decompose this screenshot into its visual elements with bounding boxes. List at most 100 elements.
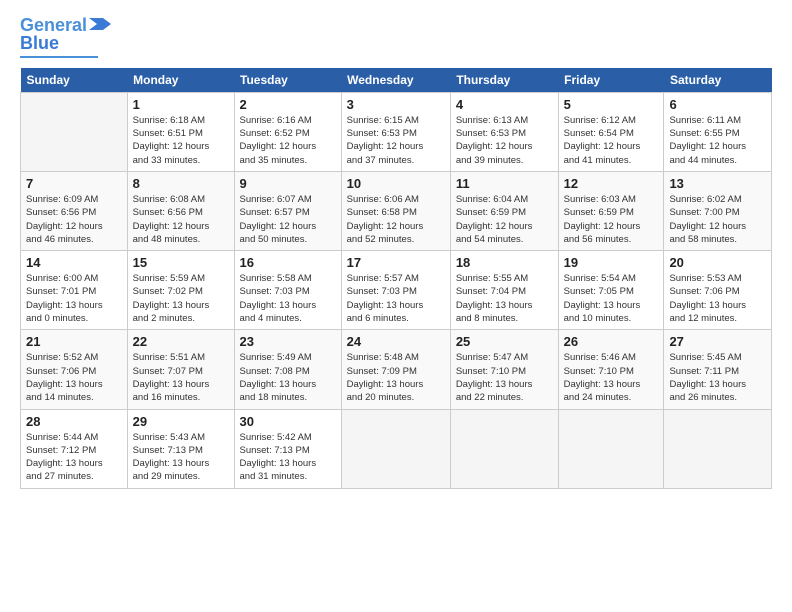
day-number: 6 xyxy=(669,97,766,112)
day-number: 26 xyxy=(564,334,659,349)
day-detail: Sunrise: 6:18 AM Sunset: 6:51 PM Dayligh… xyxy=(133,114,229,167)
day-detail: Sunrise: 5:44 AM Sunset: 7:12 PM Dayligh… xyxy=(26,431,122,484)
day-number: 20 xyxy=(669,255,766,270)
day-number: 30 xyxy=(240,414,336,429)
calendar-cell: 17Sunrise: 5:57 AM Sunset: 7:03 PM Dayli… xyxy=(341,251,450,330)
day-number: 27 xyxy=(669,334,766,349)
day-detail: Sunrise: 5:54 AM Sunset: 7:05 PM Dayligh… xyxy=(564,272,659,325)
weekday-header: Thursday xyxy=(450,68,558,93)
day-number: 15 xyxy=(133,255,229,270)
day-number: 14 xyxy=(26,255,122,270)
calendar-cell: 18Sunrise: 5:55 AM Sunset: 7:04 PM Dayli… xyxy=(450,251,558,330)
day-number: 3 xyxy=(347,97,445,112)
day-number: 4 xyxy=(456,97,553,112)
calendar-table: SundayMondayTuesdayWednesdayThursdayFrid… xyxy=(20,68,772,489)
day-number: 8 xyxy=(133,176,229,191)
day-detail: Sunrise: 5:58 AM Sunset: 7:03 PM Dayligh… xyxy=(240,272,336,325)
day-detail: Sunrise: 5:53 AM Sunset: 7:06 PM Dayligh… xyxy=(669,272,766,325)
day-detail: Sunrise: 6:13 AM Sunset: 6:53 PM Dayligh… xyxy=(456,114,553,167)
calendar-cell: 8Sunrise: 6:08 AM Sunset: 6:56 PM Daylig… xyxy=(127,171,234,250)
calendar-cell: 28 Sunrise: 5:44 AM Sunset: 7:12 PM Dayli… xyxy=(21,409,128,488)
calendar-cell: 10 Sunrise: 6:06 AM Sunset: 6:58 PM Dayli… xyxy=(341,171,450,250)
day-detail: Sunrise: 6:15 AM Sunset: 6:53 PM Dayligh… xyxy=(347,114,445,167)
calendar-cell: 7 Sunrise: 6:09 AM Sunset: 6:56 PM Daylig… xyxy=(21,171,128,250)
day-detail: Sunrise: 6:04 AM Sunset: 6:59 PM Dayligh… xyxy=(456,193,553,246)
calendar-cell xyxy=(450,409,558,488)
calendar-cell: 26 Sunrise: 5:46 AM Sunset: 7:10 PM Dayli… xyxy=(558,330,664,409)
logo: General Blue xyxy=(20,16,111,58)
day-detail: Sunrise: 6:06 AM Sunset: 6:58 PM Dayligh… xyxy=(347,193,445,246)
calendar-cell: 13 Sunrise: 6:02 AM Sunset: 7:00 PM Dayli… xyxy=(664,171,772,250)
day-detail: Sunrise: 6:09 AM Sunset: 6:56 PM Dayligh… xyxy=(26,193,122,246)
day-number: 13 xyxy=(669,176,766,191)
weekday-header: Wednesday xyxy=(341,68,450,93)
day-detail: Sunrise: 5:51 AM Sunset: 7:07 PM Dayligh… xyxy=(133,351,229,404)
weekday-header: Sunday xyxy=(21,68,128,93)
day-number: 7 xyxy=(26,176,122,191)
calendar-cell: 29 Sunrise: 5:43 AM Sunset: 7:13 PM Dayli… xyxy=(127,409,234,488)
calendar-cell: 12 Sunrise: 6:03 AM Sunset: 6:59 PM Dayli… xyxy=(558,171,664,250)
calendar-cell: 15 Sunrise: 5:59 AM Sunset: 7:02 PM Dayli… xyxy=(127,251,234,330)
calendar-week-row: 1 Sunrise: 6:18 AM Sunset: 6:51 PM Daylig… xyxy=(21,92,772,171)
calendar-cell: 24 Sunrise: 5:48 AM Sunset: 7:09 PM Dayli… xyxy=(341,330,450,409)
calendar-week-row: 14 Sunrise: 6:00 AM Sunset: 7:01 PM Dayli… xyxy=(21,251,772,330)
day-detail: Sunrise: 6:02 AM Sunset: 7:00 PM Dayligh… xyxy=(669,193,766,246)
day-detail: Sunrise: 6:11 AM Sunset: 6:55 PM Dayligh… xyxy=(669,114,766,167)
weekday-header: Tuesday xyxy=(234,68,341,93)
calendar-cell: 22 Sunrise: 5:51 AM Sunset: 7:07 PM Dayli… xyxy=(127,330,234,409)
day-number: 10 xyxy=(347,176,445,191)
calendar-cell: 4 Sunrise: 6:13 AM Sunset: 6:53 PM Daylig… xyxy=(450,92,558,171)
calendar-cell: 6 Sunrise: 6:11 AM Sunset: 6:55 PM Daylig… xyxy=(664,92,772,171)
calendar-cell: 3 Sunrise: 6:15 AM Sunset: 6:53 PM Daylig… xyxy=(341,92,450,171)
day-number: 9 xyxy=(240,176,336,191)
day-detail: Sunrise: 5:47 AM Sunset: 7:10 PM Dayligh… xyxy=(456,351,553,404)
calendar-week-row: 28 Sunrise: 5:44 AM Sunset: 7:12 PM Dayli… xyxy=(21,409,772,488)
calendar-week-row: 21Sunrise: 5:52 AM Sunset: 7:06 PM Dayli… xyxy=(21,330,772,409)
day-detail: Sunrise: 6:12 AM Sunset: 6:54 PM Dayligh… xyxy=(564,114,659,167)
calendar-cell: 2Sunrise: 6:16 AM Sunset: 6:52 PM Daylig… xyxy=(234,92,341,171)
day-detail: Sunrise: 6:16 AM Sunset: 6:52 PM Dayligh… xyxy=(240,114,336,167)
day-number: 12 xyxy=(564,176,659,191)
day-detail: Sunrise: 5:43 AM Sunset: 7:13 PM Dayligh… xyxy=(133,431,229,484)
day-detail: Sunrise: 6:07 AM Sunset: 6:57 PM Dayligh… xyxy=(240,193,336,246)
weekday-header: Friday xyxy=(558,68,664,93)
day-detail: Sunrise: 5:46 AM Sunset: 7:10 PM Dayligh… xyxy=(564,351,659,404)
day-number: 28 xyxy=(26,414,122,429)
day-number: 25 xyxy=(456,334,553,349)
calendar-cell: 14 Sunrise: 6:00 AM Sunset: 7:01 PM Dayli… xyxy=(21,251,128,330)
day-detail: Sunrise: 6:00 AM Sunset: 7:01 PM Dayligh… xyxy=(26,272,122,325)
day-number: 18 xyxy=(456,255,553,270)
calendar-cell: 25 Sunrise: 5:47 AM Sunset: 7:10 PM Dayli… xyxy=(450,330,558,409)
calendar-cell: 21Sunrise: 5:52 AM Sunset: 7:06 PM Dayli… xyxy=(21,330,128,409)
day-detail: Sunrise: 5:42 AM Sunset: 7:13 PM Dayligh… xyxy=(240,431,336,484)
logo-underline xyxy=(20,56,98,58)
page: General Blue SundayMondayTuesdayWednesda… xyxy=(0,0,792,612)
calendar-cell: 23Sunrise: 5:49 AM Sunset: 7:08 PM Dayli… xyxy=(234,330,341,409)
calendar-cell: 16 Sunrise: 5:58 AM Sunset: 7:03 PM Dayli… xyxy=(234,251,341,330)
calendar-cell: 30 Sunrise: 5:42 AM Sunset: 7:13 PM Dayli… xyxy=(234,409,341,488)
day-detail: Sunrise: 5:49 AM Sunset: 7:08 PM Dayligh… xyxy=(240,351,336,404)
day-detail: Sunrise: 6:03 AM Sunset: 6:59 PM Dayligh… xyxy=(564,193,659,246)
day-number: 5 xyxy=(564,97,659,112)
day-detail: Sunrise: 5:59 AM Sunset: 7:02 PM Dayligh… xyxy=(133,272,229,325)
day-detail: Sunrise: 5:57 AM Sunset: 7:03 PM Dayligh… xyxy=(347,272,445,325)
day-number: 29 xyxy=(133,414,229,429)
calendar-cell: 5 Sunrise: 6:12 AM Sunset: 6:54 PM Daylig… xyxy=(558,92,664,171)
day-number: 16 xyxy=(240,255,336,270)
day-detail: Sunrise: 5:48 AM Sunset: 7:09 PM Dayligh… xyxy=(347,351,445,404)
calendar-cell: 27Sunrise: 5:45 AM Sunset: 7:11 PM Dayli… xyxy=(664,330,772,409)
logo-blue-text: Blue xyxy=(20,33,59,53)
weekday-header: Monday xyxy=(127,68,234,93)
calendar-cell xyxy=(664,409,772,488)
calendar-cell: 9 Sunrise: 6:07 AM Sunset: 6:57 PM Daylig… xyxy=(234,171,341,250)
day-number: 1 xyxy=(133,97,229,112)
day-number: 11 xyxy=(456,176,553,191)
calendar-cell: 20 Sunrise: 5:53 AM Sunset: 7:06 PM Dayli… xyxy=(664,251,772,330)
header-row: SundayMondayTuesdayWednesdayThursdayFrid… xyxy=(21,68,772,93)
calendar-cell xyxy=(558,409,664,488)
header: General Blue xyxy=(20,16,772,58)
day-number: 22 xyxy=(133,334,229,349)
day-number: 24 xyxy=(347,334,445,349)
calendar-cell xyxy=(21,92,128,171)
day-number: 21 xyxy=(26,334,122,349)
